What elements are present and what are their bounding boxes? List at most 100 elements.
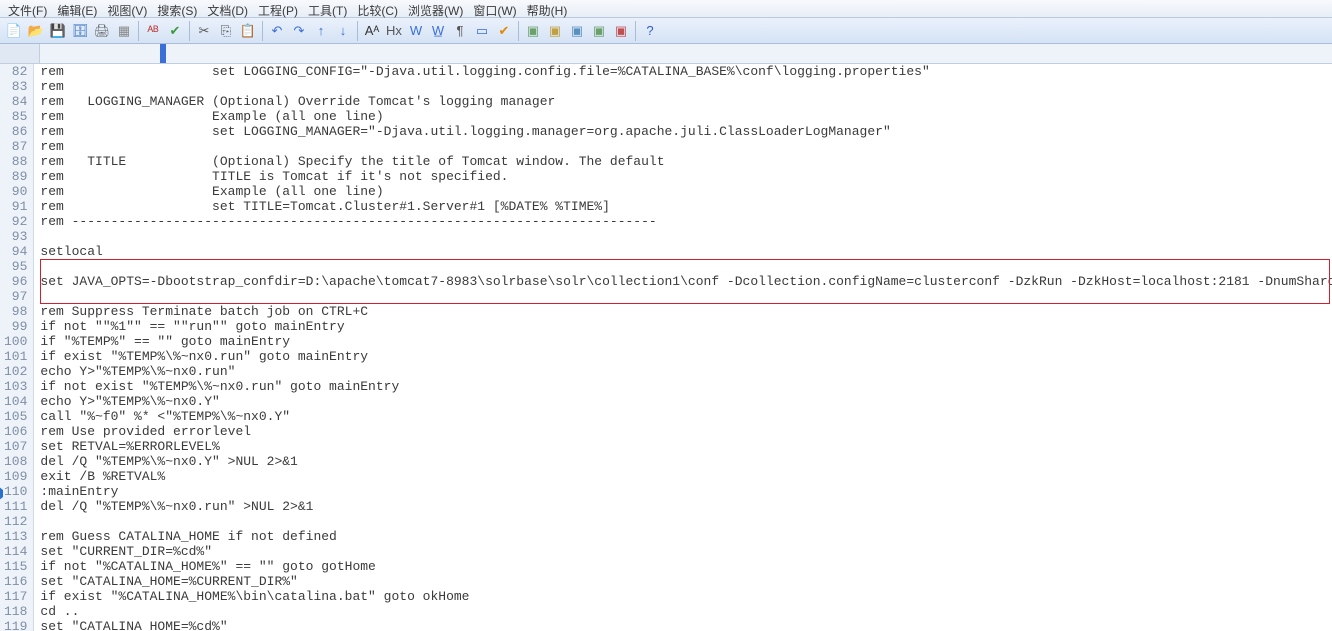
hex-icon[interactable]: Hx <box>384 21 404 41</box>
line-number: 100 <box>4 334 27 349</box>
menu-project[interactable]: 工程(P) <box>256 2 300 15</box>
line-number: 118 <box>4 604 27 619</box>
code-line[interactable]: rem LOGGING_MANAGER (Optional) Override … <box>40 94 1332 109</box>
menu-file[interactable]: 文件(F) <box>6 2 49 15</box>
code-line[interactable]: cd .. <box>40 604 1332 619</box>
code-line[interactable]: echo Y>"%TEMP%\%~nx0.run" <box>40 364 1332 379</box>
save-all-icon[interactable]: 🗄 <box>70 21 90 41</box>
ruler-gutter <box>0 44 40 64</box>
undo-icon[interactable]: ↶ <box>267 21 287 41</box>
code-line[interactable]: exit /B %RETVAL% <box>40 469 1332 484</box>
code-line-highlighted[interactable]: set JAVA_OPTS=-Dbootstrap_confdir=D:\apa… <box>40 274 1332 289</box>
code-line[interactable]: set RETVAL=%ERRORLEVEL% <box>40 439 1332 454</box>
menu-window[interactable]: 窗口(W) <box>471 2 518 15</box>
code-line[interactable]: echo Y>"%TEMP%\%~nx0.Y" <box>40 394 1332 409</box>
code-line[interactable]: set "CURRENT_DIR=%cd%" <box>40 544 1332 559</box>
code-line[interactable]: rem TITLE (Optional) Specify the title o… <box>40 154 1332 169</box>
line-number: 110 <box>4 484 27 499</box>
code-line[interactable] <box>40 289 1332 304</box>
show-all-chars-icon[interactable]: ¶ <box>450 21 470 41</box>
word-wrap2-icon[interactable]: W̲ <box>428 21 448 41</box>
code-line[interactable] <box>40 229 1332 244</box>
line-number: 87 <box>4 139 27 154</box>
code-line[interactable] <box>40 259 1332 274</box>
menu-help[interactable]: 帮助(H) <box>525 2 570 15</box>
menu-edit[interactable]: 编辑(E) <box>55 2 99 15</box>
code-line[interactable]: rem Guess CATALINA_HOME if not defined <box>40 529 1332 544</box>
sort-asc-icon[interactable]: ↑ <box>311 21 331 41</box>
line-number: 115 <box>4 559 27 574</box>
code-line[interactable]: rem set LOGGING_CONFIG="-Djava.util.logg… <box>40 64 1332 79</box>
code-area[interactable]: rem set LOGGING_CONFIG="-Djava.util.logg… <box>34 64 1332 631</box>
panel5-icon[interactable]: ▣ <box>611 21 631 41</box>
line-number: 91 <box>4 199 27 214</box>
code-line[interactable]: rem <box>40 79 1332 94</box>
code-line[interactable]: rem set LOGGING_MANAGER="-Djava.util.log… <box>40 124 1332 139</box>
copy-icon[interactable]: ⎘ <box>216 21 236 41</box>
code-line[interactable]: rem ------------------------------------… <box>40 214 1332 229</box>
line-number: 84 <box>4 94 27 109</box>
code-line[interactable]: rem TITLE is Tomcat if it's not specifie… <box>40 169 1332 184</box>
panel1-icon[interactable]: ▣ <box>523 21 543 41</box>
menu-tools[interactable]: 工具(T) <box>306 2 349 15</box>
cut-icon[interactable]: ✂ <box>194 21 214 41</box>
help-icon[interactable]: ? <box>640 21 660 41</box>
code-line[interactable]: if not "%CATALINA_HOME%" == "" goto gotH… <box>40 559 1332 574</box>
line-number: 90 <box>4 184 27 199</box>
code-line[interactable]: setlocal <box>40 244 1332 259</box>
code-line[interactable]: rem Example (all one line) <box>40 184 1332 199</box>
code-line[interactable]: rem Example (all one line) <box>40 109 1332 124</box>
save-icon[interactable]: 💾 <box>48 21 68 41</box>
code-line[interactable]: set "CATALINA_HOME=%CURRENT_DIR%" <box>40 574 1332 589</box>
line-number: 94 <box>4 244 27 259</box>
line-number: 105 <box>4 409 27 424</box>
code-line[interactable]: call "%~f0" %* <"%TEMP%\%~nx0.Y" <box>40 409 1332 424</box>
code-line[interactable]: del /Q "%TEMP%\%~nx0.run" >NUL 2>&1 <box>40 499 1332 514</box>
line-number: 109 <box>4 469 27 484</box>
code-line[interactable]: if exist "%CATALINA_HOME%\bin\catalina.b… <box>40 589 1332 604</box>
code-line[interactable] <box>40 514 1332 529</box>
word-wrap-icon[interactable]: W <box>406 21 426 41</box>
check-icon[interactable]: ✔ <box>165 21 185 41</box>
line-number: 95 <box>4 259 27 274</box>
menu-document[interactable]: 文档(D) <box>205 2 250 15</box>
font-size-icon[interactable]: Aᴬ <box>362 21 382 41</box>
code-line[interactable]: rem Use provided errorlevel <box>40 424 1332 439</box>
line-number: 113 <box>4 529 27 544</box>
code-line[interactable]: if not exist "%TEMP%\%~nx0.run" goto mai… <box>40 379 1332 394</box>
spellcheck-icon[interactable]: ᴬᴮ <box>143 21 163 41</box>
validate-icon[interactable]: ✔ <box>494 21 514 41</box>
code-line[interactable]: set "CATALINA_HOME=%cd%" <box>40 619 1332 631</box>
panel4-icon[interactable]: ▣ <box>589 21 609 41</box>
menu-compare[interactable]: 比较(C) <box>355 2 400 15</box>
code-line[interactable]: if exist "%TEMP%\%~nx0.run" goto mainEnt… <box>40 349 1332 364</box>
sort-desc-icon[interactable]: ↓ <box>333 21 353 41</box>
code-editor[interactable]: 8283848586878889909192939495969798991001… <box>0 64 1332 631</box>
code-line[interactable]: rem Suppress Terminate batch job on CTRL… <box>40 304 1332 319</box>
line-number: 101 <box>4 349 27 364</box>
line-number: 93 <box>4 229 27 244</box>
block-select-icon[interactable]: ▭ <box>472 21 492 41</box>
code-line[interactable]: if not ""%1"" == ""run"" goto mainEntry <box>40 319 1332 334</box>
print-icon[interactable]: 🖨 <box>92 21 112 41</box>
code-line[interactable]: rem set TITLE=Tomcat.Cluster#1.Server#1 … <box>40 199 1332 214</box>
menu-view[interactable]: 视图(V) <box>105 2 149 15</box>
open-file-icon[interactable]: 📂 <box>26 21 46 41</box>
panel3-icon[interactable]: ▣ <box>567 21 587 41</box>
code-line[interactable]: del /Q "%TEMP%\%~nx0.Y" >NUL 2>&1 <box>40 454 1332 469</box>
code-line[interactable]: rem <box>40 139 1332 154</box>
line-number: 99 <box>4 319 27 334</box>
menu-search[interactable]: 搜索(S) <box>155 2 199 15</box>
paste-icon[interactable]: 📋 <box>238 21 258 41</box>
panel2-icon[interactable]: ▣ <box>545 21 565 41</box>
line-number: 107 <box>4 439 27 454</box>
toolbar-separator <box>518 21 519 41</box>
new-file-icon[interactable]: 📄 <box>4 21 24 41</box>
code-line[interactable]: :mainEntry <box>40 484 1332 499</box>
zebra-icon[interactable]: ▦ <box>114 21 134 41</box>
menu-browse[interactable]: 浏览器(W) <box>406 2 465 15</box>
code-line[interactable]: if "%TEMP%" == "" goto mainEntry <box>40 334 1332 349</box>
line-number: 111 <box>4 499 27 514</box>
line-number: 112 <box>4 514 27 529</box>
redo-icon[interactable]: ↷ <box>289 21 309 41</box>
